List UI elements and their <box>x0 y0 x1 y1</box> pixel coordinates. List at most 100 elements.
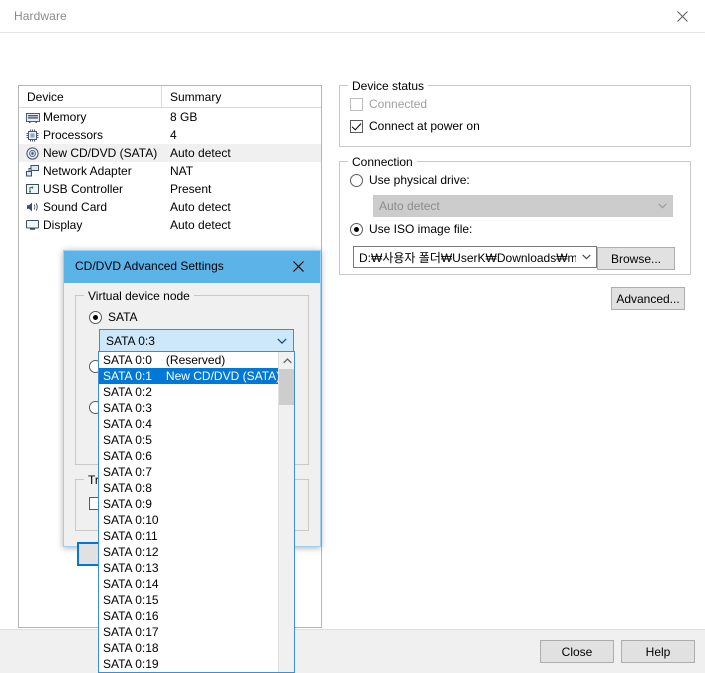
dropdown-option[interactable]: SATA 0:2 <box>99 384 279 400</box>
dropdown-option[interactable]: SATA 0:9 <box>99 496 279 512</box>
dropdown-option[interactable]: SATA 0:3 <box>99 400 279 416</box>
usb-icon <box>25 183 40 196</box>
dropdown-option[interactable]: SATA 0:17 <box>99 624 279 640</box>
dropdown-option-node: SATA 0:2 <box>103 385 152 399</box>
connected-checkbox[interactable] <box>350 97 363 111</box>
device-summary: NAT <box>170 164 194 178</box>
device-summary: Auto detect <box>170 218 231 232</box>
dropdown-option-node: SATA 0:19 <box>103 657 159 671</box>
device-summary: Present <box>170 182 212 196</box>
dropdown-option-node: SATA 0:10 <box>103 513 159 527</box>
virtual-device-node-dropdown-list[interactable]: SATA 0:0 (Reserved) SATA 0:1 New CD/DVD (SA… <box>98 351 295 673</box>
dropdown-option[interactable]: SATA 0:5 <box>99 432 279 448</box>
table-row-selected[interactable]: New CD/DVD (SATA) Auto detect <box>19 144 321 162</box>
sata-radio[interactable] <box>89 310 102 324</box>
table-row[interactable]: Sound Card Auto detect <box>19 198 321 216</box>
dropdown-option[interactable]: SATA 0:0 (Reserved) <box>99 352 279 368</box>
help-button[interactable]: Help <box>621 640 695 663</box>
window-titlebar: Hardware <box>0 0 705 33</box>
dropdown-scrollbar[interactable] <box>278 352 294 672</box>
chevron-down-icon[interactable] <box>271 337 293 344</box>
device-name: Processors <box>43 128 104 142</box>
dropdown-options: SATA 0:0 (Reserved) SATA 0:1 New CD/DVD (SA… <box>99 352 281 672</box>
dropdown-option[interactable]: SATA 0:7 <box>99 464 279 480</box>
dropdown-option-node: SATA 0:11 <box>103 529 158 543</box>
table-row[interactable]: Processors 4 <box>19 126 321 144</box>
close-icon[interactable] <box>281 251 315 282</box>
dropdown-option[interactable]: SATA 0:12 <box>99 544 279 560</box>
dropdown-option[interactable]: SATA 0:8 <box>99 480 279 496</box>
dropdown-option-node: SATA 0:8 <box>103 481 152 495</box>
chevron-down-icon <box>652 203 672 209</box>
dropdown-option-node: SATA 0:4 <box>103 417 152 431</box>
dropdown-option[interactable]: SATA 0:4 <box>99 416 279 432</box>
chevron-up-icon[interactable] <box>279 352 294 369</box>
device-name: New CD/DVD (SATA) <box>43 146 158 160</box>
device-list-header: Device Summary <box>19 86 321 108</box>
device-name: Memory <box>43 110 87 124</box>
sound-icon <box>25 201 40 214</box>
dropdown-option[interactable]: SATA 0:15 <box>99 592 279 608</box>
dropdown-option[interactable]: SATA 0:18 <box>99 640 279 656</box>
table-row[interactable]: Display Auto detect <box>19 216 321 234</box>
dropdown-option-detail: (Reserved) <box>165 353 226 367</box>
dropdown-option[interactable]: SATA 0:14 <box>99 576 279 592</box>
dropdown-option-node: SATA 0:15 <box>103 593 159 607</box>
use-physical-drive-row[interactable]: Use physical drive: <box>350 173 470 187</box>
close-button[interactable]: Close <box>540 640 614 663</box>
dropdown-option-detail: New CD/DVD (SATA) <box>165 369 281 383</box>
memory-icon <box>25 111 40 124</box>
child-dialog-titlebar: CD/DVD Advanced Settings <box>64 251 320 283</box>
dropdown-option-node: SATA 0:17 <box>103 625 159 639</box>
connect-at-power-on-row[interactable]: Connect at power on <box>350 119 480 133</box>
use-iso-image-row[interactable]: Use ISO image file: <box>350 222 472 236</box>
browse-button[interactable]: Browse... <box>597 247 675 270</box>
device-status-group-label: Device status <box>348 79 429 93</box>
connected-checkbox-row[interactable]: Connected <box>350 97 427 111</box>
device-summary: Auto detect <box>170 200 231 214</box>
iso-path-select[interactable]: D:₩사용자 폴더₩UserK₩Downloads₩ma <box>353 246 597 268</box>
dropdown-option-node: SATA 0:5 <box>103 433 152 447</box>
connected-label: Connected <box>369 97 428 111</box>
table-row[interactable]: USB Controller Present <box>19 180 321 198</box>
dropdown-option[interactable]: SATA 0:11 <box>99 528 279 544</box>
dropdown-option[interactable]: SATA 0:6 <box>99 448 279 464</box>
close-icon[interactable] <box>659 0 705 32</box>
use-iso-image-label: Use ISO image file: <box>369 222 473 236</box>
dropdown-option[interactable]: SATA 0:16 <box>99 608 279 624</box>
dropdown-option[interactable]: SATA 0:13 <box>99 560 279 576</box>
hardware-window: Hardware Device Summary Memory 8 GB Proc… <box>0 0 705 673</box>
network-icon <box>25 165 40 178</box>
connect-at-power-on-checkbox[interactable] <box>350 119 363 133</box>
virtual-device-node-label: Virtual device node <box>84 289 194 303</box>
dropdown-option[interactable]: SATA 0:10 <box>99 512 279 528</box>
chevron-down-icon[interactable] <box>576 254 596 260</box>
sata-label: SATA <box>108 310 138 324</box>
table-row[interactable]: Memory 8 GB <box>19 108 321 126</box>
table-row[interactable]: Network Adapter NAT <box>19 162 321 180</box>
dropdown-option[interactable]: SATA 0:19 <box>99 656 279 672</box>
dropdown-option-node: SATA 0:9 <box>103 497 152 511</box>
device-name: USB Controller <box>43 182 124 196</box>
column-header-summary: Summary <box>170 89 222 104</box>
virtual-device-node-select[interactable]: SATA 0:3 <box>99 329 294 352</box>
physical-drive-value: Auto detect <box>379 199 440 213</box>
page-title: Hardware <box>14 9 67 23</box>
display-icon <box>25 219 40 232</box>
device-name: Sound Card <box>43 200 108 214</box>
iso-path-value: D:₩사용자 폴더₩UserK₩Downloads₩ma <box>359 250 576 265</box>
device-status-group: Device status Connected Connect at power… <box>339 79 691 147</box>
cpu-icon <box>25 129 40 142</box>
use-physical-drive-radio[interactable] <box>350 173 363 187</box>
dropdown-option[interactable]: SATA 0:1 New CD/DVD (SATA) <box>99 368 281 384</box>
virtual-device-node-value: SATA 0:3 <box>106 333 155 348</box>
scrollbar-thumb[interactable] <box>279 369 294 405</box>
device-name: Display <box>43 218 83 232</box>
dropdown-option-node: SATA 0:6 <box>103 449 152 463</box>
use-iso-image-radio[interactable] <box>350 222 363 236</box>
sata-radio-row[interactable]: SATA <box>89 310 138 324</box>
advanced-button[interactable]: Advanced... <box>611 287 685 310</box>
device-summary: 8 GB <box>170 110 198 124</box>
physical-drive-select: Auto detect <box>373 195 673 217</box>
dropdown-option-node: SATA 0:7 <box>103 465 152 479</box>
